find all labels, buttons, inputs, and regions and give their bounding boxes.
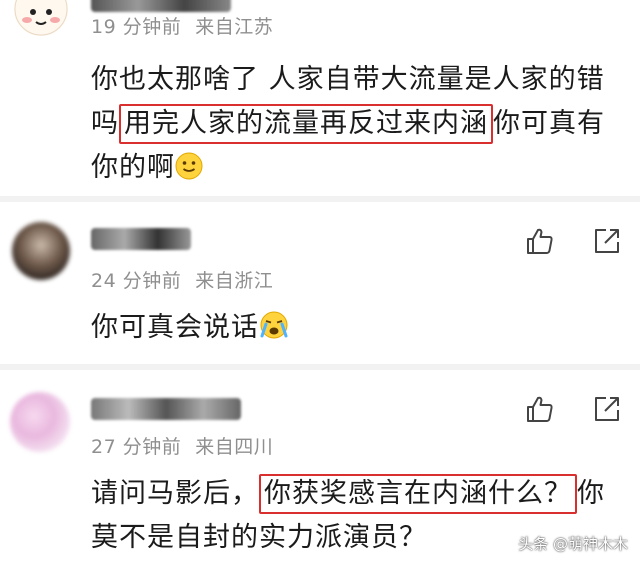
username-blurred[interactable]	[91, 0, 231, 12]
comment-text-before: 请问马影后，	[91, 478, 259, 509]
username-blurred[interactable]	[91, 228, 191, 250]
comment-text-content: 你可真会说话	[91, 312, 259, 343]
watermark: 头条 @萌神木木	[518, 535, 628, 553]
thumbs-up-icon[interactable]	[525, 226, 555, 256]
comment-time: 19 分钟前	[91, 16, 182, 38]
share-icon[interactable]	[592, 226, 622, 256]
comment-location: 来自江苏	[195, 16, 274, 38]
comment-meta: 27 分钟前 来自四川	[91, 432, 273, 459]
avatar[interactable]	[14, 0, 68, 36]
comment-1: 19 分钟前 来自江苏 你也太那啥了 人家自带大流量是人家的错吗 用完人家的流量再反…	[0, 0, 640, 188]
crying-emoji-icon	[259, 310, 289, 354]
comment-location: 来自浙江	[195, 270, 274, 292]
comment-location: 来自四川	[195, 436, 274, 458]
slight-smile-emoji-icon	[175, 150, 203, 194]
highlighted-text: 用完人家的流量再反过来内涵	[119, 104, 493, 144]
comment-text: 你可真会说话	[91, 306, 621, 354]
highlighted-text: 你获奖感言在内涵什么？	[259, 474, 577, 514]
avatar[interactable]	[10, 392, 70, 452]
avatar[interactable]	[12, 222, 70, 280]
comment-meta: 24 分钟前 来自浙江	[91, 266, 273, 293]
comment-meta: 19 分钟前 来自江苏	[91, 12, 273, 39]
comment-2: 24 分钟前 来自浙江 你可真会说话	[0, 202, 640, 364]
share-icon[interactable]	[592, 394, 622, 424]
thumbs-up-icon[interactable]	[525, 394, 555, 424]
comment-text: 你也太那啥了 人家自带大流量是人家的错吗 用完人家的流量再反过来内涵 你可真有你的啊	[91, 58, 621, 194]
cartoon-avatar-icon	[14, 0, 68, 36]
comment-time: 24 分钟前	[91, 270, 182, 292]
username-blurred[interactable]	[91, 398, 241, 420]
comment-time: 27 分钟前	[91, 436, 182, 458]
